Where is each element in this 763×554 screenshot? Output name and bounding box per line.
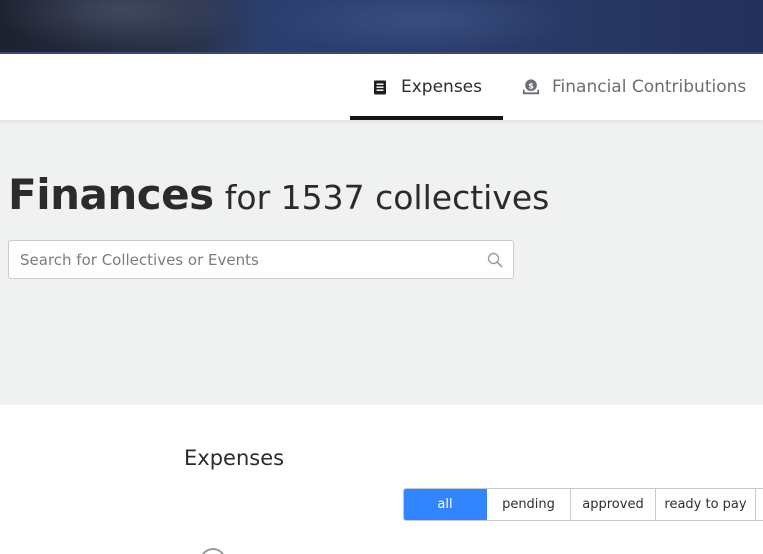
- filter-more-button[interactable]: [756, 489, 763, 520]
- tab-expenses-label: Expenses: [401, 77, 482, 97]
- page-title: Finances for 1537 collectives: [8, 170, 549, 219]
- tab-expenses[interactable]: Expenses: [350, 54, 503, 120]
- filter-ready-to-pay-button[interactable]: ready to pay: [656, 489, 756, 520]
- page: Expenses $ Financial Contributions Finan…: [0, 0, 763, 554]
- search-icon[interactable]: [487, 252, 503, 268]
- search-box: [8, 240, 514, 279]
- receipt-icon: [371, 78, 389, 96]
- page-title-subtitle: for 1537 collectives: [224, 178, 550, 217]
- tab-bar: Expenses $ Financial Contributions: [0, 54, 763, 120]
- expenses-heading: Expenses: [184, 446, 285, 470]
- expense-status-filter: all pending approved ready to pay: [403, 488, 763, 521]
- cover-banner: [0, 0, 763, 54]
- filter-pending-button[interactable]: pending: [487, 489, 571, 520]
- active-tab-indicator: [350, 116, 503, 120]
- filter-approved-button[interactable]: approved: [571, 489, 656, 520]
- avatar: [200, 548, 226, 554]
- search-input[interactable]: [9, 241, 479, 278]
- finances-hero: Finances for 1537 collectives: [0, 120, 763, 405]
- page-title-strong: Finances: [8, 170, 214, 219]
- filter-all-button[interactable]: all: [404, 489, 487, 520]
- tab-financial-contributions[interactable]: $ Financial Contributions: [522, 54, 746, 120]
- tab-financial-contributions-label: Financial Contributions: [552, 77, 747, 97]
- money-upload-icon: $: [522, 78, 540, 96]
- svg-text:$: $: [528, 80, 534, 90]
